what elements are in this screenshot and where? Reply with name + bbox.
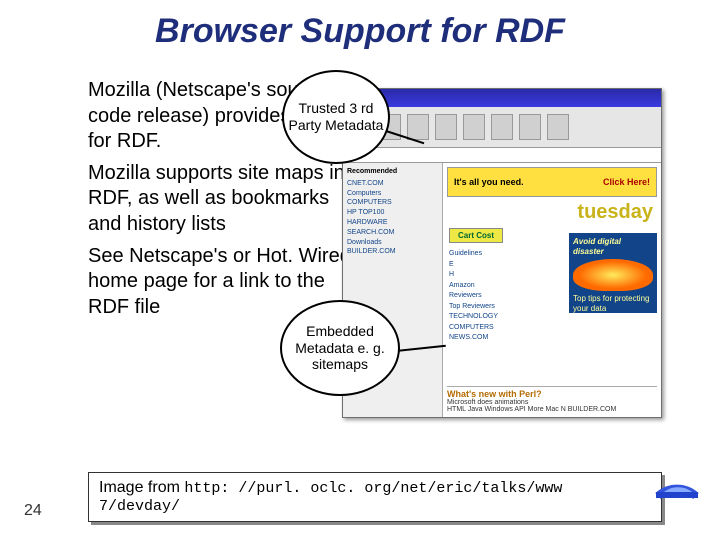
sidebar-header: Recommended: [347, 167, 438, 177]
banner-cta: Click Here!: [603, 177, 650, 187]
toolbar-icon: [491, 114, 513, 140]
corner-logo-icon: [654, 460, 700, 500]
paragraph-2: Mozilla supports site maps in RDF, as we…: [88, 161, 368, 238]
promo-heading: Avoid digital disaster: [573, 237, 653, 256]
page-main: It's all you need. Click Here! tuesday C…: [443, 163, 661, 417]
story-headline: What's new with Perl?: [447, 389, 657, 399]
window-titlebar: [343, 89, 661, 107]
toolbar-icon: [407, 114, 429, 140]
callout-embedded-metadata: Embedded Metadata e. g. sitemaps: [280, 300, 400, 396]
toolbar-icon: [463, 114, 485, 140]
story-block: What's new with Perl? Microsoft does ani…: [447, 386, 657, 413]
banner-text: It's all you need.: [454, 177, 524, 187]
callout-text: Embedded Metadata e. g. sitemaps: [286, 323, 394, 373]
toolbar-icon: [435, 114, 457, 140]
cart-button: Cart Cost: [449, 228, 503, 243]
ad-banner: It's all you need. Click Here!: [447, 167, 657, 197]
day-heading: tuesday: [443, 201, 661, 224]
toolbar-icon: [519, 114, 541, 140]
toolbar-icons: [343, 107, 661, 147]
promo-sub: Top tips for protecting your data: [573, 294, 653, 313]
fireball-icon: [573, 259, 653, 291]
toolbar-icon: [547, 114, 569, 140]
promo-box: Avoid digital disaster Top tips for prot…: [569, 233, 657, 313]
address-bar: [343, 147, 661, 163]
image-credit: Image from http: //purl. oclc. org/net/e…: [88, 472, 662, 522]
story-subtext: Microsoft does animations HTML Java Wind…: [447, 399, 657, 413]
slide-number: 24: [24, 502, 42, 520]
callout-trusted-metadata: Trusted 3 rd Party Metadata: [282, 70, 390, 164]
credit-prefix: Image from: [99, 479, 184, 496]
slide-title: Browser Support for RDF: [0, 12, 720, 51]
sidebar-items: CNET.COM Computers COMPUTERS HP TOP100 H…: [347, 179, 438, 257]
callout-text: Trusted 3 rd Party Metadata: [288, 100, 384, 134]
